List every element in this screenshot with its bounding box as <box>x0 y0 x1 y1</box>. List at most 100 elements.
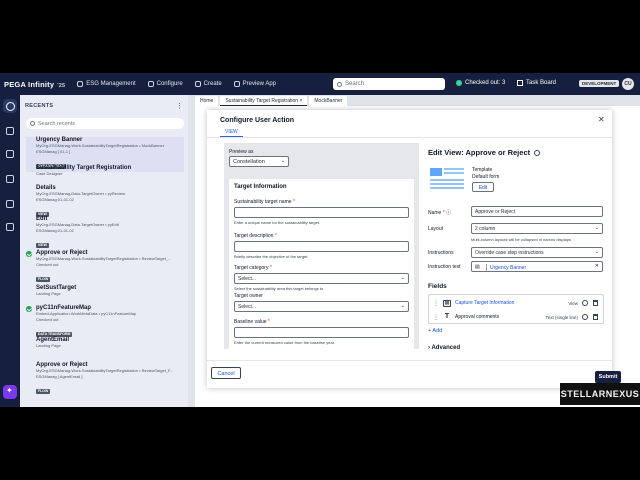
divider <box>207 360 612 361</box>
left-rail <box>0 95 20 407</box>
form-field-select[interactable]: Select... ⌄ <box>234 301 409 312</box>
recent-item-detail: ESGManag:01-01-02 <box>36 196 74 202</box>
task-board-icon <box>517 80 523 86</box>
recents-search-input[interactable]: Search recents <box>26 118 184 129</box>
recent-item[interactable]: Sustainability Target Registration Case D… <box>36 165 184 177</box>
form-field-label: Sustainability target name * <box>234 199 295 205</box>
preview-form: Target Information Sustainability target… <box>229 179 414 349</box>
submit-button[interactable]: Submit <box>595 371 621 383</box>
recent-item-detail: Checked out <box>36 316 59 322</box>
recent-item-subtitle: Landing Page <box>36 291 61 296</box>
gear-icon[interactable] <box>582 314 588 320</box>
recent-item-detail: ESGManag [ AgentEmail ] <box>36 373 83 379</box>
recent-item[interactable]: Approve or Reject MyOrg-ESGManag-Work-Sus… <box>26 250 184 285</box>
gear-icon[interactable] <box>582 300 588 306</box>
field-name[interactable]: Capture Target Information <box>455 300 568 306</box>
fields-heading: Fields <box>428 283 447 290</box>
field-name[interactable]: Approval comments <box>455 314 545 320</box>
stellarnexus-logo: STELLARNEXUS <box>560 383 640 405</box>
recent-item[interactable]: pyC11nFeatureMap Embed-Application-WorkMe… <box>26 305 184 340</box>
edit-template-button[interactable]: Edit <box>472 182 494 192</box>
recents-rail-icon[interactable] <box>3 99 17 113</box>
instructions-select[interactable]: Override case step instructions ⌄ <box>471 247 603 258</box>
form-field-help: Briefly describe the objective of the ta… <box>234 254 309 259</box>
integration-rail-icon[interactable] <box>6 200 14 208</box>
ai-assistant-icon[interactable] <box>3 385 17 399</box>
recent-item[interactable]: Details MyOrg-ESGManag-Data-TargetOwner •… <box>36 185 184 220</box>
nav-preview-app[interactable]: Preview App <box>233 81 276 87</box>
info-icon[interactable]: ⓘ <box>446 210 451 216</box>
task-board-button[interactable]: Task Board <box>517 80 556 86</box>
user-avatar[interactable]: CU <box>622 78 634 90</box>
trash-icon[interactable] <box>593 314 598 320</box>
form-field-input[interactable] <box>234 207 409 218</box>
field-row[interactable]: ⋮ ▦ Capture Target Information View <box>429 296 603 310</box>
users-rail-icon[interactable] <box>6 175 14 183</box>
advanced-section-toggle[interactable]: › Advanced <box>428 345 460 351</box>
name-label: Name * ⓘ <box>428 210 452 216</box>
layout-select[interactable]: 2 column ⌄ <box>471 223 603 234</box>
recent-item[interactable]: AgentEmail Landing Page <box>36 337 184 349</box>
check-circle-icon <box>456 80 462 86</box>
layout-help: Multi-column layouts will be collapsed i… <box>471 237 571 242</box>
recent-item-subtitle: MyOrg-ESGManag-Work-SustainabilityTarget… <box>36 143 165 148</box>
tab-home[interactable]: Home <box>195 96 219 106</box>
preview-icon <box>233 81 240 87</box>
view-icon: ▦ <box>443 299 451 307</box>
preview-as-select[interactable]: Constellation ⌄ <box>229 156 289 167</box>
chevron-down-icon: ⌄ <box>400 275 405 281</box>
rule-type-badge: FLOW <box>36 276 51 282</box>
configure-user-action-modal: Configure User Action ✕ VIEW Preview as … <box>207 110 612 388</box>
form-field-input[interactable] <box>234 327 409 338</box>
nav-esg-management[interactable]: ESG Management <box>77 81 136 87</box>
form-field-label: Target category * <box>234 265 272 271</box>
recent-item-detail: Checked out <box>36 261 59 267</box>
data-rail-icon[interactable] <box>6 150 14 158</box>
form-field-help: Enter the current measured value from th… <box>234 340 335 345</box>
cancel-button[interactable]: Cancel <box>211 367 241 379</box>
search-icon <box>337 81 342 87</box>
recent-item-detail: ESGManag:01-01-02 <box>36 227 74 233</box>
recent-item-subtitle: MyOrg-ESGManag-Work-SustainabilityTarget… <box>36 368 174 373</box>
tab-sustainability-target-registration[interactable]: Sustainability Target Registration × <box>220 96 308 106</box>
clear-icon[interactable]: ✕ <box>595 263 599 269</box>
instruction-text-input[interactable]: ▤ Urgency Banner ✕ <box>471 261 603 272</box>
form-field-label: Target description * <box>234 233 277 239</box>
global-search-input[interactable]: Search <box>333 78 445 90</box>
tab-view[interactable]: VIEW <box>220 129 243 137</box>
form-field-select[interactable]: Select... ⌄ <box>234 273 409 284</box>
field-type: Text (single line) <box>545 314 578 320</box>
drag-handle-icon[interactable]: ⋮ <box>433 300 439 307</box>
rule-type-badge: VIEW <box>36 242 49 248</box>
field-type: View <box>568 300 578 306</box>
environment-badge: DEVELOPMENT <box>579 80 620 87</box>
recent-item[interactable]: Edit MyOrg-ESGManag-Data-TargetOwner • py… <box>36 216 184 251</box>
trash-icon[interactable] <box>593 300 598 306</box>
brand-logo[interactable]: PEGA Infinity '25 <box>4 80 65 89</box>
settings-rail-icon[interactable] <box>6 223 14 231</box>
close-icon[interactable]: ✕ <box>598 115 605 124</box>
drag-handle-icon[interactable]: ⋮ <box>433 314 439 321</box>
rule-type-badge: FLOW <box>36 388 51 394</box>
recent-item[interactable]: SetSustTarget Landing Page <box>36 285 184 297</box>
nav-configure[interactable]: Configure <box>147 81 183 87</box>
tab-mockbanner[interactable]: MockBanner <box>309 96 348 106</box>
form-field-input[interactable] <box>234 241 409 252</box>
name-input[interactable]: Approve or Reject <box>471 206 603 217</box>
case-types-rail-icon[interactable] <box>6 127 14 135</box>
form-field-label: Baseline value * <box>234 319 270 325</box>
chevron-right-icon: › <box>428 345 430 351</box>
chevron-down-icon: ⌄ <box>280 158 285 164</box>
checked-out-indicator[interactable]: Checked out: 3 <box>456 80 505 86</box>
add-field-link[interactable]: + Add <box>428 328 442 334</box>
recents-panel: RECENTS ⋮ Search recents Urgency Banner M… <box>20 95 188 407</box>
info-icon[interactable] <box>534 150 541 157</box>
top-bar: PEGA Infinity '25 ESG Management Configur… <box>0 73 640 95</box>
recent-item-subtitle: MyOrg-ESGManag-Work-SustainabilityTarget… <box>36 256 172 261</box>
more-options-icon[interactable]: ⋮ <box>176 102 183 110</box>
rule-picker-icon[interactable]: ▤ <box>475 264 487 271</box>
recent-item-subtitle: Landing Page <box>36 343 61 348</box>
nav-create[interactable]: Create <box>194 81 222 87</box>
recent-item[interactable]: Approve or Reject MyOrg-ESGManag-Work-Sus… <box>36 362 184 397</box>
field-row[interactable]: ⋮ T Approval comments Text (single line) <box>429 310 603 324</box>
